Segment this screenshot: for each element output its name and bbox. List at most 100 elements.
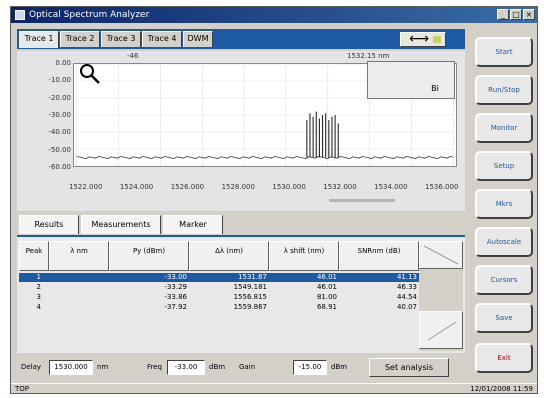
y-tick-label: -40.00 <box>48 128 71 137</box>
tab-marker[interactable]: Marker <box>163 215 223 234</box>
set-analysis-button[interactable]: Set analysis <box>369 358 449 377</box>
diagonal-arrow-icon <box>423 245 459 265</box>
y-tick-label: -30.00 <box>48 111 71 119</box>
zoom-magnifier-icon[interactable] <box>79 63 101 85</box>
checkmark-icon <box>427 321 457 341</box>
cell-snr: 41.13 <box>396 273 417 281</box>
cell-snr: 40.07 <box>396 303 417 311</box>
x-tick-label: 1534.000 <box>374 183 408 191</box>
status-bar: TOP 12/01/2008 11:59 <box>11 383 537 393</box>
save-button[interactable]: Save <box>475 303 533 333</box>
column-header-snr: SNRnm (dB) <box>339 241 419 271</box>
monitor-button[interactable]: Monitor <box>475 113 533 143</box>
x-tick-label: 1530.000 <box>272 183 306 191</box>
side-button-panel: Start Run/Stop Monitor Setup Mkrs Autosc… <box>471 25 537 383</box>
table-row[interactable]: 4 -37.92 1559.867 68.91 40.07 <box>19 303 419 312</box>
tab-trace-2[interactable]: Trace 2 <box>60 31 100 47</box>
gain-label: Gain <box>239 363 256 371</box>
cell-delta: 1556.815 <box>233 293 267 301</box>
y-tick-label: -20.00 <box>48 93 71 102</box>
spectrum-trace <box>76 156 454 159</box>
column-header-power: Py (dBm) <box>109 241 189 271</box>
tab-trace-4[interactable]: Trace 4 <box>142 31 182 47</box>
start-button[interactable]: Start <box>475 37 533 67</box>
gain-input[interactable]: -15.00 <box>293 360 327 375</box>
status-left: TOP <box>15 385 30 393</box>
title-bar: Optical Spectrum Analyzer _ □ × <box>11 7 537 23</box>
cell-delta: 1549.181 <box>233 283 267 291</box>
y-tick-label: -50.00 <box>48 145 71 154</box>
main-panel: Trace 1 Trace 2 Trace 3 Trace 4 DWM ⟷ -4… <box>13 25 469 383</box>
status-timestamp: 12/01/2008 11:59 <box>470 385 533 393</box>
spectrum-peaks <box>306 111 339 158</box>
readout-right: 1532.15 nm <box>347 52 390 60</box>
freq-input[interactable]: -33.00 <box>167 360 205 375</box>
bottom-controls: Delay 1530.000 nm Freq -33.00 dBm Gain -… <box>17 355 465 381</box>
double-arrow-icon: ⟷ <box>409 31 430 47</box>
freq-label: Freq <box>147 363 162 371</box>
cell-snr: 44.54 <box>396 293 417 301</box>
app-icon <box>15 10 25 20</box>
x-tick-label: 1528.000 <box>221 183 255 191</box>
minimize-button[interactable]: _ <box>497 9 509 20</box>
window-title: Optical Spectrum Analyzer <box>29 10 150 20</box>
table-row[interactable]: 1 -33.00 1531.67 46.01 41.13 <box>19 273 419 282</box>
readout-left: -46 <box>127 52 139 60</box>
cell-delta: 1531.67 <box>238 273 267 281</box>
close-button[interactable]: × <box>523 9 535 20</box>
tab-measurements[interactable]: Measurements <box>81 215 161 234</box>
horizontal-scrollbar[interactable] <box>329 199 395 202</box>
cell-shift: 81.00 <box>316 293 337 301</box>
cell-peak: 1 <box>36 273 41 281</box>
cell-shift: 68.91 <box>316 303 337 311</box>
freq-unit: dBm <box>209 363 226 371</box>
scroll-up-pad[interactable] <box>419 241 463 269</box>
cell-power: -33.29 <box>164 283 187 291</box>
tab-dwm[interactable]: DWM <box>183 31 213 47</box>
column-header-wavelength: λ nm <box>49 241 109 271</box>
cell-shift: 46.01 <box>316 273 337 281</box>
exit-button[interactable]: Exit <box>475 343 533 373</box>
x-tick-label: 1536.000 <box>425 183 459 191</box>
cell-peak: 3 <box>36 293 41 301</box>
overlay-button[interactable]: Bi <box>426 84 444 94</box>
cell-delta: 1559.867 <box>233 303 267 311</box>
column-header-shift: λ shift (nm) <box>269 241 339 271</box>
markers-button[interactable]: Mkrs <box>475 189 533 219</box>
cell-peak: 4 <box>36 303 41 311</box>
cell-power: -37.92 <box>164 303 187 311</box>
column-header-delta: Δλ (nm) <box>189 241 269 271</box>
table-side-column <box>419 241 463 351</box>
cell-snr: 46.33 <box>396 283 417 291</box>
delay-input[interactable]: 1530.000 <box>49 360 93 375</box>
trace-direction-button[interactable]: ⟷ <box>400 31 446 47</box>
gain-unit: dBm <box>331 363 348 371</box>
delay-label: Delay <box>21 363 42 371</box>
cursors-button[interactable]: Cursors <box>475 265 533 295</box>
maximize-button[interactable]: □ <box>510 9 522 20</box>
cell-power: -33.86 <box>164 293 187 301</box>
x-tick-label: 1532.000 <box>323 183 357 191</box>
autoscale-button[interactable]: Autoscale <box>475 227 533 257</box>
app-window: Optical Spectrum Analyzer _ □ × Trace 1 … <box>10 6 538 394</box>
tab-results[interactable]: Results <box>19 215 79 234</box>
run-stop-button[interactable]: Run/Stop <box>475 75 533 105</box>
tab-trace-1[interactable]: Trace 1 <box>19 31 59 48</box>
table-row[interactable]: 3 -33.86 1556.815 81.00 44.54 <box>19 293 419 302</box>
delay-unit: nm <box>97 363 109 371</box>
table-row[interactable]: 2 -33.29 1549.181 46.01 46.33 <box>19 283 419 292</box>
x-tick-label: 1524.000 <box>119 183 154 191</box>
x-tick-label: 1526.000 <box>170 183 205 191</box>
spectrum-chart: -46 1532.15 nm Bi 0.00 -10.00 -20.00 -30.00… <box>17 51 465 211</box>
cell-shift: 46.01 <box>316 283 337 291</box>
results-table: Peak λ nm Py (dBm) Δλ (nm) λ shift (nm) … <box>17 235 465 353</box>
overlay-box: Bi <box>367 61 455 99</box>
cell-power: -33.00 <box>164 273 187 281</box>
tab-trace-3[interactable]: Trace 3 <box>101 31 141 47</box>
y-tick-label: 0.00 <box>55 59 71 67</box>
setup-button[interactable]: Setup <box>475 151 533 181</box>
cell-peak: 2 <box>36 283 41 291</box>
scroll-down-pad[interactable] <box>419 311 463 349</box>
y-tick-label: -60.00 <box>48 163 71 171</box>
x-tick-label: 1522.000 <box>69 183 103 191</box>
